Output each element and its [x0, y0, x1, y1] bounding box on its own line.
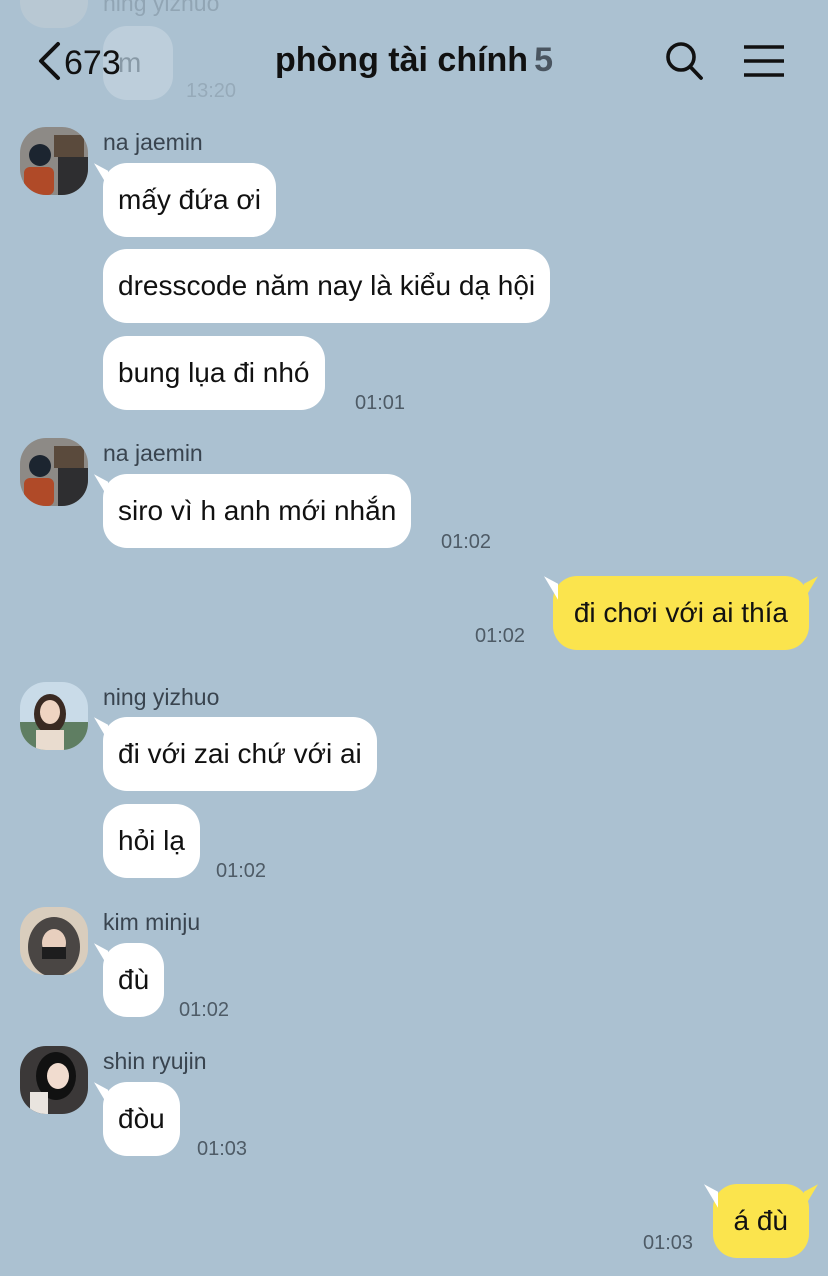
sender-name: ning yizhuo	[103, 684, 220, 710]
avatar-shin-ryujin[interactable]	[20, 1046, 88, 1114]
message-bubble[interactable]: siro vì h anh mới nhắn	[103, 474, 412, 548]
menu-icon[interactable]	[743, 44, 785, 83]
avatar-ning-yizhuo[interactable]	[20, 682, 88, 750]
message-bubble[interactable]: bung lụa đi nhó	[103, 336, 325, 410]
message-time: 01:02	[441, 531, 492, 553]
chat-room-name: phòng tài chính	[275, 41, 529, 79]
message-bubble[interactable]: đù	[103, 943, 165, 1017]
avatar-na-jaemin[interactable]	[20, 438, 88, 506]
message-bubble[interactable]: đi với zai chứ với ai	[103, 717, 377, 791]
member-count: 5	[534, 41, 553, 79]
message-bubble[interactable]: mấy đứa ơi	[103, 163, 276, 237]
avatar-kim-minju[interactable]	[20, 907, 88, 975]
sender-name: na jaemin	[103, 129, 203, 155]
message-bubble[interactable]: dresscode năm nay là kiểu dạ hội	[103, 249, 551, 323]
sender-name: shin ryujin	[103, 1048, 207, 1074]
chat-header: 673 phòng tài chính 5	[0, 0, 828, 120]
my-message-bubble[interactable]: đi chơi với ai thía	[552, 576, 809, 650]
sender-name: na jaemin	[103, 440, 203, 466]
message-bubble[interactable]: đòu	[103, 1082, 180, 1156]
my-message-bubble[interactable]: á đù	[712, 1184, 809, 1258]
message-time: 01:02	[475, 625, 526, 647]
search-icon[interactable]	[664, 40, 704, 87]
message-time: 01:01	[355, 392, 406, 414]
message-time: 01:03	[643, 1232, 694, 1254]
message-time: 01:02	[216, 860, 267, 882]
avatar-na-jaemin[interactable]	[20, 127, 88, 195]
message-time: 01:02	[179, 999, 230, 1021]
sender-name: kim minju	[103, 909, 201, 935]
message-time: 01:03	[197, 1138, 248, 1160]
message-bubble[interactable]: hỏi lạ	[103, 804, 200, 878]
